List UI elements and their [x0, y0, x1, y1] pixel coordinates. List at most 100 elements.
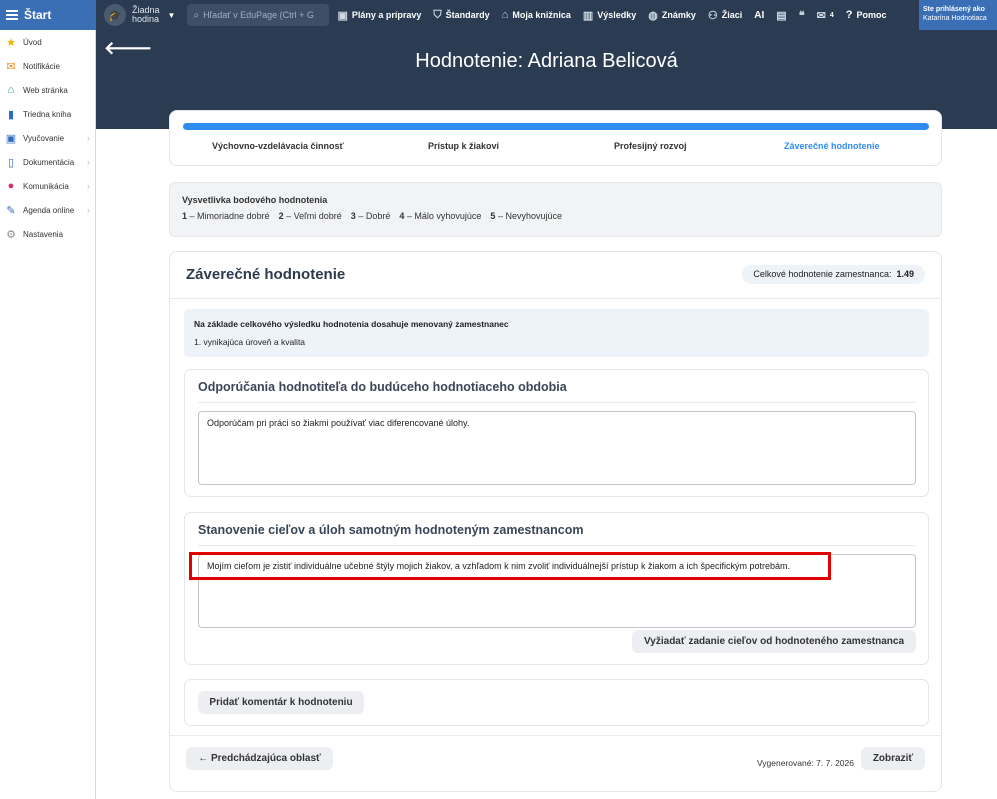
sidebar-item-label: Nastavenia	[23, 229, 64, 239]
legend-item: 1 – Mimoriadne dobré	[182, 211, 270, 221]
score-label: Celkové hodnotenie zamestnanca:	[753, 269, 892, 279]
sidebar-item-uvod[interactable]: ★ Úvod	[0, 30, 95, 54]
final-evaluation-card: Záverečné hodnotenie Celkové hodnotenie …	[169, 251, 942, 792]
add-comment-button[interactable]: Pridať komentár k hodnoteniu	[198, 691, 364, 714]
nav-label: Plány a prípravy	[351, 10, 422, 20]
tab-zaverecne-hodnotenie[interactable]: Záverečné hodnotenie	[784, 141, 880, 151]
start-menu-button[interactable]: Štart	[0, 0, 96, 30]
mail-icon: ✉	[6, 60, 16, 73]
nav-label: Pomoc	[856, 10, 887, 20]
tab-vychovno-vzdelavacia[interactable]: Výchovno-vzdelávacia činnosť	[212, 141, 344, 151]
recommendations-textarea[interactable]: Odporúčam pri práci so žiakmi používať v…	[198, 411, 916, 485]
sidebar-item-triedna-kniha[interactable]: ▮ Triedna kniha	[0, 102, 95, 126]
legend-title: Vysvetlivka bodového hodnotenia	[182, 195, 328, 205]
score-value: 1.49	[896, 269, 914, 279]
sidebar-item-label: Notifikácie	[23, 61, 60, 71]
goals-section: Stanovenie cieľov a úloh samotným hodnot…	[184, 512, 929, 665]
legend-item: 2 – Veľmi dobré	[278, 211, 342, 221]
sidebar-item-vyucovanie[interactable]: ▣ Vyučovanie ›	[0, 126, 95, 150]
sidebar-item-notifikacie[interactable]: ✉ Notifikácie	[0, 54, 95, 78]
sidebar-item-label: Dokumentácia	[23, 157, 75, 167]
request-goals-button[interactable]: Vyžiadať zadanie cieľov od hodnoteného z…	[632, 630, 916, 653]
recommendations-section: Odporúčania hodnotiteľa do budúceho hodn…	[184, 369, 929, 497]
divider	[198, 545, 915, 546]
chevron-right-icon: ›	[87, 133, 90, 143]
result-info-line2: 1. vynikajúca úroveň a kvalita	[194, 337, 306, 347]
nav-vysledky[interactable]: ▥ Výsledky	[583, 9, 636, 22]
goals-textarea[interactable]: Mojím cieľom je zistiť individuálne učeb…	[198, 554, 916, 628]
result-info-box: Na základe celkového výsledku hodnotenia…	[184, 309, 929, 357]
sidebar-item-nastavenia[interactable]: ⚙ Nastavenia	[0, 222, 95, 246]
tab-pristup[interactable]: Prístup k žiakovi	[428, 141, 499, 151]
progress-bar	[183, 123, 929, 130]
nav-label: Žiaci	[721, 10, 743, 20]
nav-presentation[interactable]: ▤	[776, 9, 786, 22]
nav-standardy[interactable]: ⛉ Štandardy	[433, 9, 489, 22]
recommendations-title: Odporúčania hodnotiteľa do budúceho hodn…	[198, 380, 567, 394]
pencil-icon: ✎	[6, 204, 16, 217]
library-icon: ⌂	[501, 9, 509, 21]
book-icon: ▮	[7, 108, 15, 121]
legend-item: 4 – Málo vyhovujúce	[399, 211, 482, 221]
chat-icon: ●	[7, 180, 15, 192]
sidebar-item-label: Web stránka	[23, 85, 68, 95]
sidebar-item-label: Agenda online	[23, 205, 75, 215]
help-icon: ?	[845, 9, 853, 21]
presentation-icon: ▤	[776, 9, 787, 22]
chevron-right-icon: ›	[87, 157, 90, 167]
search-icon: ⌕	[193, 9, 200, 21]
sidebar: ★ Úvod ✉ Notifikácie ⌂ Web stránka ▮ Triedna…	[0, 30, 96, 799]
nav-plany[interactable]: ▣ Plány a prípravy	[337, 9, 421, 22]
chevron-right-icon: ›	[87, 205, 90, 215]
sidebar-item-dokumentacia[interactable]: ▯ Dokumentácia ›	[0, 150, 95, 174]
generated-date: Vygenerované: 7. 7. 2026	[756, 758, 854, 768]
nav-label: AI	[754, 9, 765, 21]
star-icon: ★	[6, 36, 16, 49]
tab-profesijny-rozvoj[interactable]: Profesijný rozvoj	[614, 141, 687, 151]
top-nav: ▣ Plány a prípravy ⛉ Štandardy ⌂ Moja knižn…	[337, 9, 886, 22]
search-input[interactable]	[203, 10, 322, 20]
sidebar-item-web[interactable]: ⌂ Web stránka	[0, 78, 95, 102]
card-header: Záverečné hodnotenie Celkové hodnotenie …	[170, 252, 941, 299]
divider	[198, 402, 915, 403]
overall-score-badge: Celkové hodnotenie zamestnanca: 1.49	[742, 265, 925, 284]
section-title: Záverečné hodnotenie	[186, 266, 346, 283]
sidebar-item-label: Triedna kniha	[23, 109, 72, 119]
nav-ai[interactable]: AI	[754, 10, 764, 21]
sidebar-item-label: Vyučovanie	[23, 133, 65, 143]
graduation-cap-icon: 🎓	[104, 4, 126, 26]
home-icon: ⌂	[7, 84, 15, 96]
card-footer: ← Predchádzajúca oblasť Vygenerované: 7.…	[170, 735, 941, 791]
nav-chat[interactable]: ❝	[799, 9, 805, 22]
user-line2: Katarína Hodnotiaca	[923, 15, 987, 22]
nav-kniznica[interactable]: ⌂ Moja knižnica	[502, 9, 571, 21]
search-box[interactable]: ⌕	[187, 4, 330, 26]
result-info-line1: Na základe celkového výsledku hodnotenia…	[194, 319, 509, 329]
school-selector[interactable]: 🎓 Žiadna hodina ▼	[104, 4, 175, 26]
show-button[interactable]: Zobraziť	[861, 747, 925, 770]
sidebar-item-agenda[interactable]: ✎ Agenda online ›	[0, 198, 95, 222]
shield-icon: ⛉	[433, 8, 442, 21]
school-name-line2: hodina	[132, 14, 160, 24]
chevron-right-icon: ›	[87, 181, 90, 191]
chat-icon: ❝	[798, 9, 805, 22]
nav-label: Výsledky	[597, 10, 637, 20]
sidebar-item-label: Úvod	[23, 37, 42, 47]
nav-label: Moja knižnica	[512, 10, 571, 20]
start-label: Štart	[24, 8, 52, 22]
comment-section: Pridať komentár k hodnoteniu	[184, 679, 929, 726]
user-info[interactable]: Ste prihlásený ako Katarína Hodnotiaca	[919, 0, 997, 30]
bar-chart-icon: ▥	[582, 9, 594, 22]
goals-title: Stanovenie cieľov a úloh samotným hodnot…	[198, 523, 584, 537]
mail-icon: ✉	[816, 9, 826, 22]
sidebar-item-komunikacia[interactable]: ● Komunikácia ›	[0, 174, 95, 198]
hamburger-icon	[6, 10, 18, 20]
area-tabs: Výchovno-vzdelávacia činnosť Prístup k ž…	[169, 110, 942, 166]
grades-icon: ◍	[648, 9, 658, 22]
nav-mail[interactable]: ✉ 4	[817, 9, 834, 22]
nav-znamky[interactable]: ◍ Známky	[648, 9, 696, 22]
previous-area-button[interactable]: ← Predchádzajúca oblasť	[186, 747, 333, 770]
nav-pomoc[interactable]: ? Pomoc	[846, 9, 887, 21]
nav-ziaci[interactable]: ⚇ Žiaci	[708, 9, 742, 22]
caret-down-icon: ▼	[167, 10, 176, 20]
